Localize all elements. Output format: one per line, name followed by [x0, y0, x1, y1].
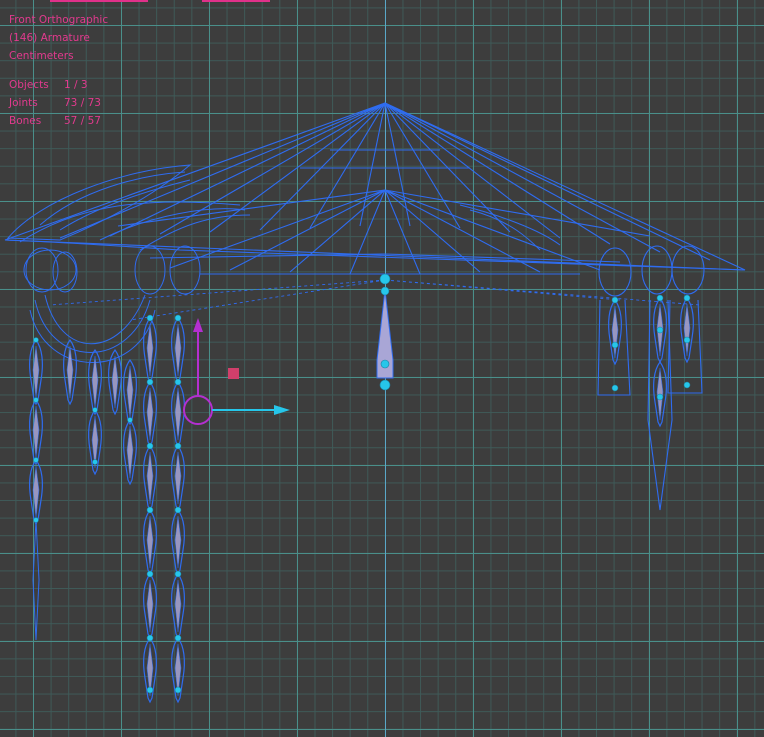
stat-bones: Bones 57 / 57	[9, 115, 101, 127]
roof-wireframe[interactable]	[4, 102, 746, 275]
stat-objects: Objects 1 / 3	[9, 79, 88, 91]
stat-joints: Joints 73 / 73	[9, 97, 101, 109]
view-name: Front Orthographic	[9, 14, 109, 26]
selection-info: (146) Armature	[9, 32, 90, 44]
move-gizmo-icon[interactable]	[183, 318, 290, 425]
units-label: Centimeters	[9, 50, 74, 62]
left-ornament[interactable]	[6, 164, 561, 363]
center-bone[interactable]	[376, 273, 394, 391]
wireframe-scene[interactable]	[0, 0, 764, 737]
left-chains[interactable]	[29, 314, 185, 703]
right-chains[interactable]	[608, 294, 694, 427]
viewport-info-overlay: Front Orthographic (146) Armature Centim…	[9, 11, 108, 130]
3d-viewport[interactable]: Front Orthographic (146) Armature Centim…	[0, 0, 764, 737]
